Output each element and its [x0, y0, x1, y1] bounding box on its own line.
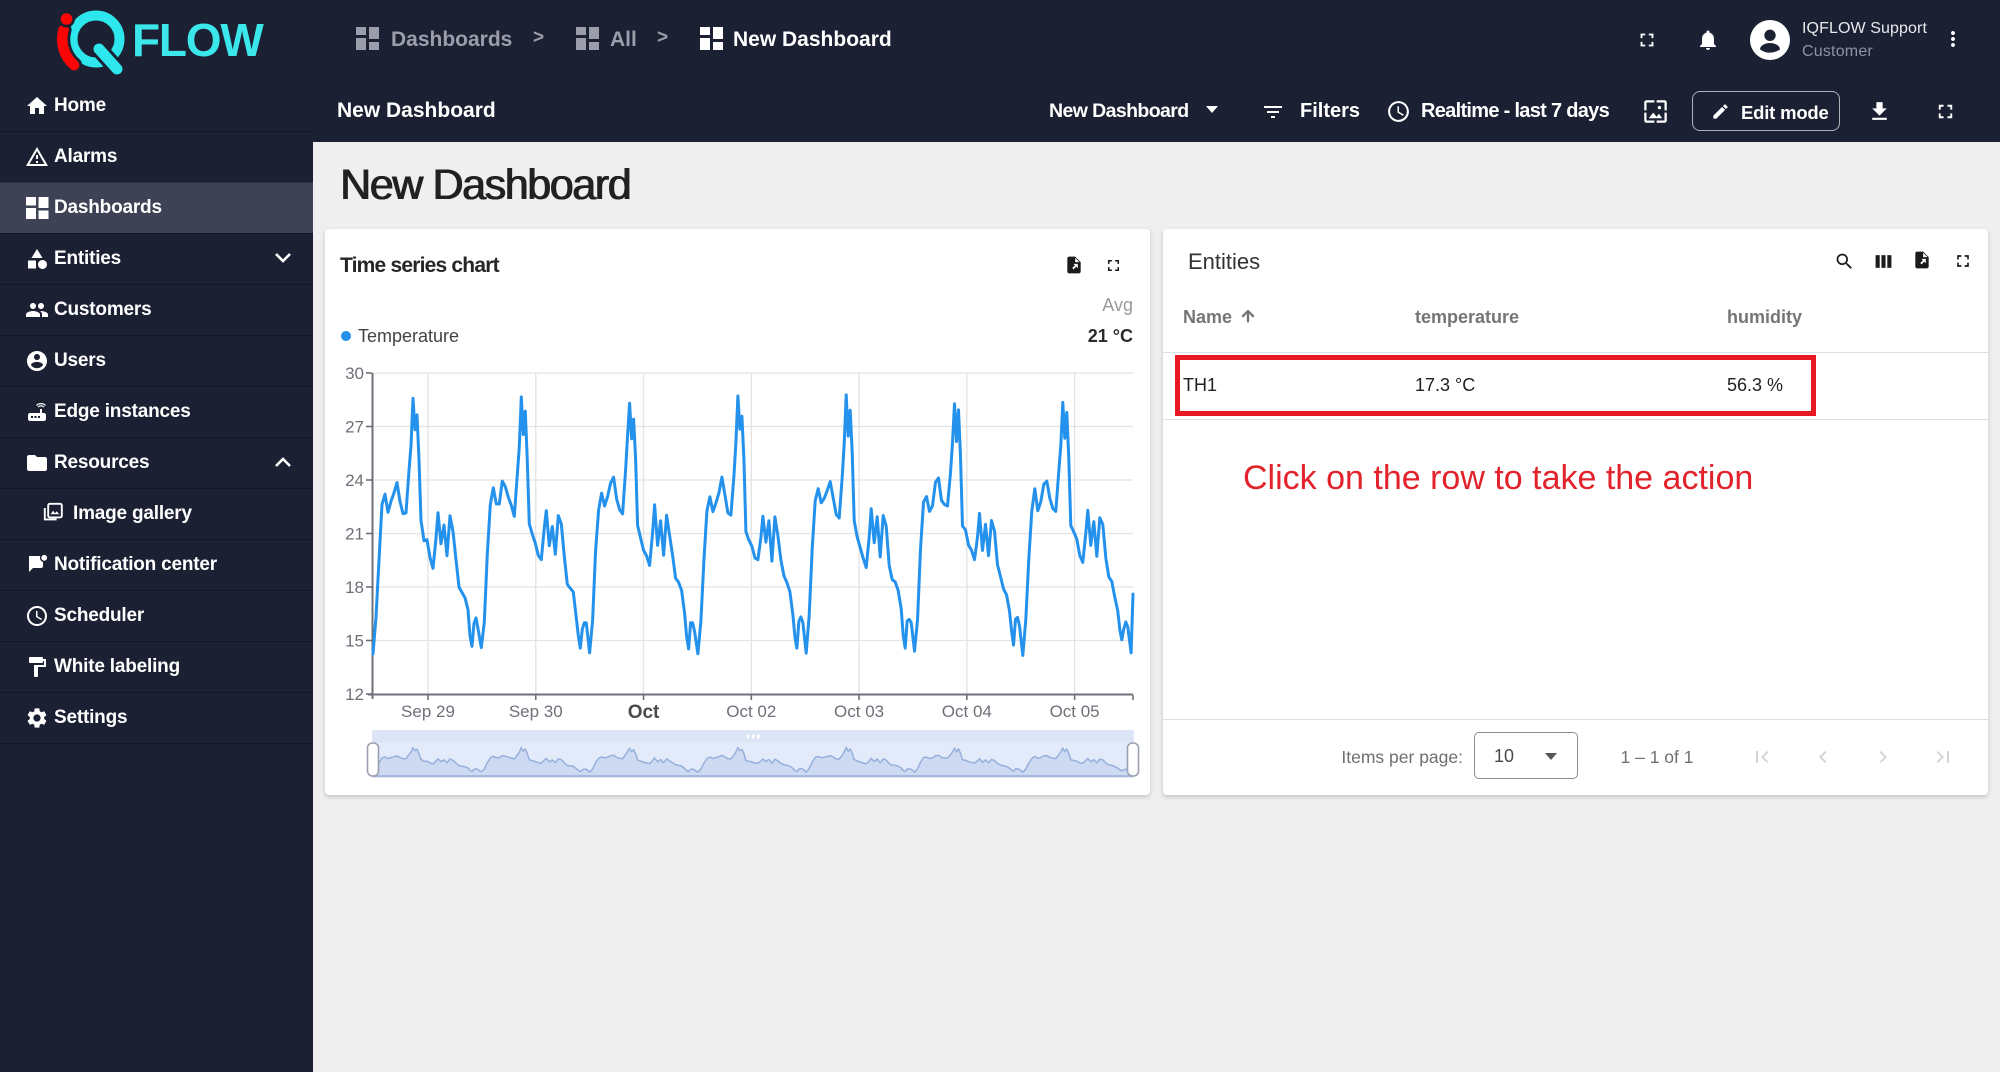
svg-text:Oct 04: Oct 04 — [942, 702, 992, 721]
svg-text:18: 18 — [345, 578, 364, 597]
svg-text:27: 27 — [345, 418, 364, 437]
svg-text:Oct 02: Oct 02 — [726, 702, 776, 721]
svg-text:FLOW: FLOW — [132, 14, 264, 66]
svg-text:Oct: Oct — [628, 702, 660, 723]
svg-text:21: 21 — [345, 525, 364, 544]
svg-text:Oct 03: Oct 03 — [834, 702, 884, 721]
svg-text:24: 24 — [345, 471, 364, 490]
svg-text:12: 12 — [345, 685, 364, 704]
svg-text:15: 15 — [345, 632, 364, 651]
svg-text:Oct 05: Oct 05 — [1050, 702, 1100, 721]
svg-text:30: 30 — [345, 364, 364, 383]
svg-text:Sep 30: Sep 30 — [509, 702, 563, 721]
svg-text:Sep 29: Sep 29 — [401, 702, 455, 721]
